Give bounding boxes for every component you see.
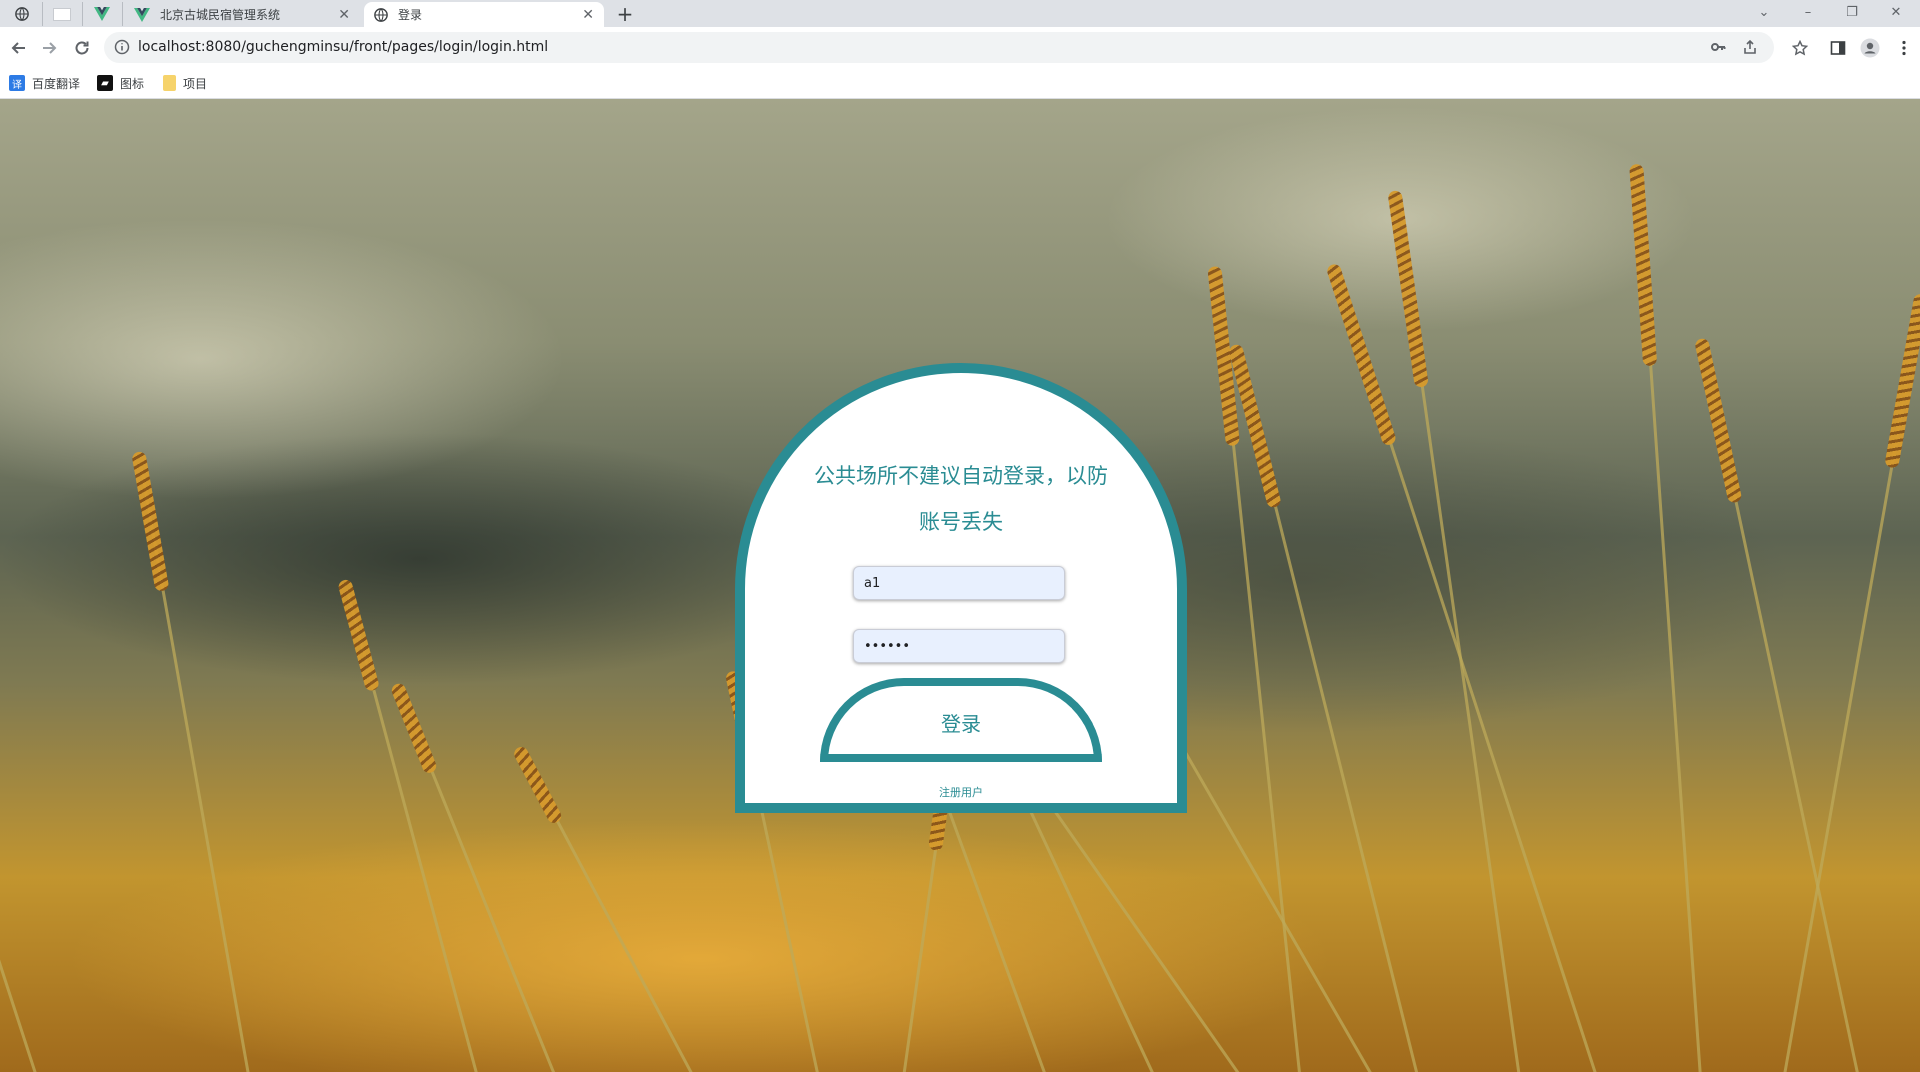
tab-login[interactable]: 登录 ✕ (364, 2, 604, 27)
wheat-ear (1387, 189, 1429, 388)
wheat-stalk (337, 578, 483, 1072)
wheat-stalk (511, 744, 703, 1072)
tab-title: 北京古城民宿管理系统 (160, 8, 281, 22)
wheat-stalk (131, 450, 253, 1072)
site-info-icon[interactable] (114, 39, 130, 55)
back-arrow-icon (11, 42, 25, 54)
globe-icon (374, 7, 388, 22)
pinned-tab-globe[interactable] (2, 2, 43, 26)
wheat-ear (1325, 262, 1398, 447)
close-tab-icon[interactable]: ✕ (582, 7, 594, 23)
star-icon (1792, 40, 1808, 56)
password-key-icon[interactable] (1710, 39, 1726, 55)
tab-search-chevron-icon[interactable]: ⌄ (1742, 0, 1786, 24)
baidu-translate-icon: 译 (9, 75, 25, 91)
share-icon[interactable] (1742, 39, 1758, 55)
password-input[interactable] (853, 629, 1065, 663)
close-tab-icon[interactable]: ✕ (338, 7, 350, 23)
browser-tab-strip: 北京古城民宿管理系统 ✕ 登录 ✕ + ⌄ – ❐ ✕ (0, 0, 1920, 27)
side-panel-button[interactable] (1826, 36, 1850, 60)
bookmark-label: 项目 (183, 76, 208, 91)
login-card: 公共场所不建议自动登录，以防账号丢失 登录 注册用户 (735, 363, 1187, 813)
wheat-ear (131, 450, 170, 593)
wheat-stalk (1629, 163, 1703, 1072)
forward-arrow-icon (43, 42, 57, 54)
bookmark-label: 图标 (120, 76, 145, 91)
wheat-stalk (1325, 262, 1603, 1072)
reload-icon (75, 41, 89, 55)
kebab-menu-icon (1902, 40, 1906, 56)
tab-title: 登录 (398, 8, 423, 22)
tab-management-system[interactable]: 北京古城民宿管理系统 ✕ (124, 2, 360, 27)
close-window-icon[interactable]: ✕ (1874, 0, 1918, 24)
back-button[interactable] (6, 36, 30, 60)
wheat-stalk (1387, 189, 1523, 1072)
url-text[interactable]: localhost:8080/guchengminsu/front/pages/… (138, 39, 548, 55)
folder-icon (163, 75, 176, 91)
wheat-ear (1884, 293, 1920, 469)
wheat-ear (389, 681, 439, 775)
restore-icon[interactable]: ❐ (1830, 0, 1874, 24)
wheat-ear (511, 744, 564, 826)
blank-page-icon (53, 7, 71, 21)
browser-menu-button[interactable] (1892, 36, 1916, 60)
iconfont-icon: ▰ (97, 75, 113, 91)
bookmark-folder-projects[interactable]: 项目 (163, 74, 207, 92)
avatar-icon (1860, 38, 1880, 58)
bookmarks-bar: 译 百度翻译 ▰ 图标 项目 (0, 68, 1920, 99)
side-panel-icon (1830, 41, 1846, 55)
reload-button[interactable] (70, 36, 94, 60)
bookmark-star-button[interactable] (1788, 36, 1812, 60)
minimize-icon[interactable]: – (1786, 0, 1830, 24)
wheat-stalk (1780, 293, 1920, 1072)
register-link[interactable]: 注册用户 (745, 784, 1177, 800)
login-notice: 公共场所不建议自动登录，以防账号丢失 (814, 464, 1108, 534)
username-input[interactable] (853, 566, 1065, 600)
forward-button[interactable] (38, 36, 62, 60)
wheat-stalk (1207, 265, 1303, 1072)
login-button[interactable]: 登录 (820, 678, 1102, 762)
profile-button[interactable] (1858, 36, 1882, 60)
page-background: 公共场所不建议自动登录，以防账号丢失 登录 注册用户 (0, 99, 1920, 1072)
new-tab-button[interactable]: + (612, 2, 638, 26)
wheat-stalk (900, 783, 952, 1072)
bookmark-iconfont[interactable]: ▰ 图标 (97, 74, 144, 92)
vue-logo-icon (134, 7, 150, 22)
globe-icon (15, 7, 29, 21)
wheat-ear (1694, 337, 1743, 504)
wheat-ear (1629, 163, 1658, 367)
wheat-ear (337, 578, 381, 693)
browser-toolbar: localhost:8080/guchengminsu/front/pages/… (0, 27, 1920, 68)
pinned-tab-blank[interactable] (42, 2, 83, 26)
address-bar[interactable]: localhost:8080/guchengminsu/front/pages/… (104, 32, 1774, 63)
pinned-tab-vue[interactable] (82, 2, 123, 26)
bookmark-baidu-translate[interactable]: 译 百度翻译 (9, 74, 80, 92)
bookmark-label: 百度翻译 (32, 76, 81, 91)
vue-logo-icon (94, 7, 110, 21)
wheat-stalk (1694, 337, 1863, 1072)
wheat-stalk (0, 596, 43, 1072)
